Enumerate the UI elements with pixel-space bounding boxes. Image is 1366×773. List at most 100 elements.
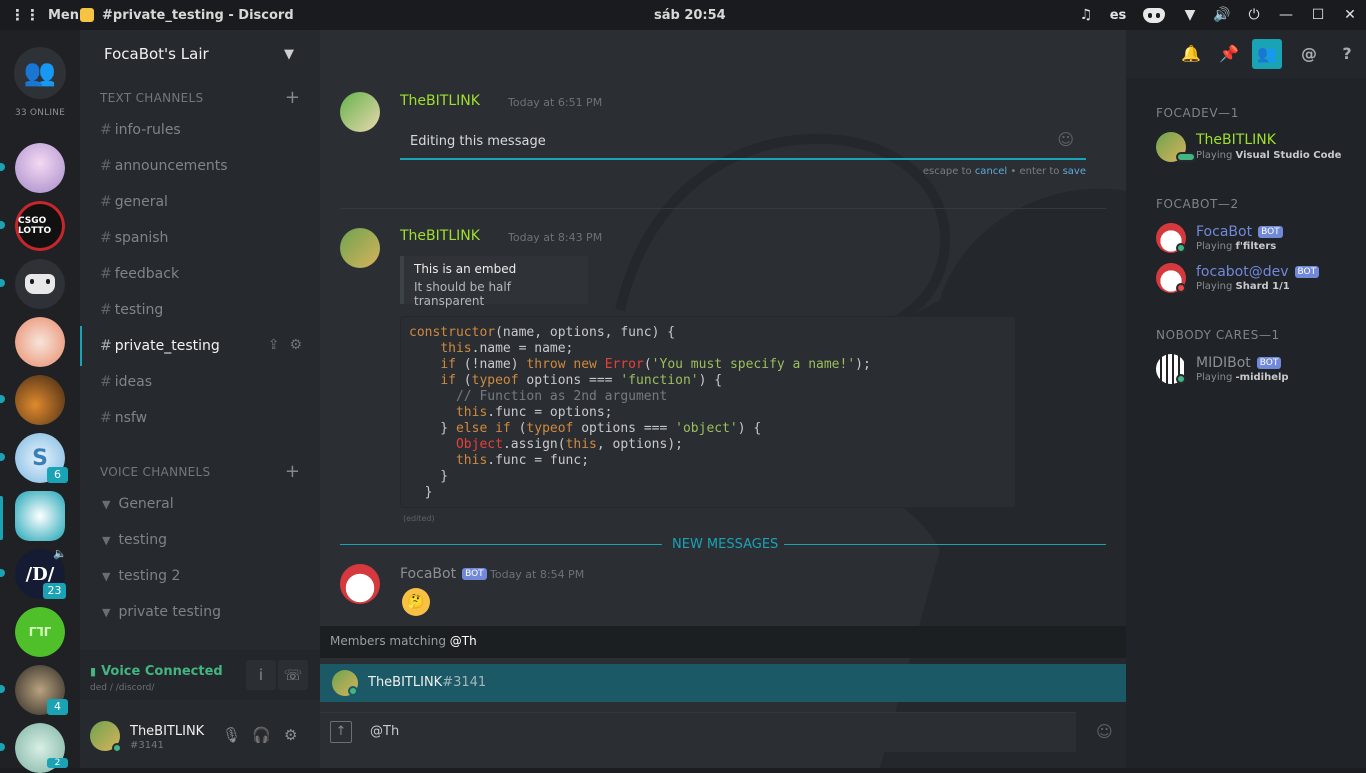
online-status-icon (112, 743, 122, 753)
window-title-text: #private_testing - Discord (102, 7, 294, 23)
unread-indicator (0, 221, 5, 229)
message-timestamp: Today at 6:51 PM (508, 96, 603, 109)
thinking-emoji-icon: 🤔 (402, 588, 430, 616)
avatar[interactable] (340, 228, 380, 268)
add-voice-channel-icon[interactable]: + (285, 461, 300, 482)
emoji-picker-icon[interactable]: ☺ (1096, 722, 1113, 741)
voice-channel-item[interactable]: ▼ testing 2 (102, 568, 180, 584)
streaming-status-icon (1176, 152, 1196, 162)
bot-tag: BOT (1294, 266, 1320, 278)
edited-label: (edited) (403, 514, 435, 523)
server-header[interactable]: FocaBot's Lair ▼ (80, 30, 320, 78)
voice-channel-item[interactable]: ▼ private testing (102, 604, 221, 620)
server-icon-csgo[interactable]: CSGO LOTTO (15, 201, 65, 251)
autocomplete-result[interactable]: TheBITLINK#3141 (320, 664, 1126, 702)
member-group-title: FOCABOT—2 (1156, 197, 1239, 211)
online-status-icon (1176, 243, 1186, 253)
add-text-channel-icon[interactable]: + (285, 87, 300, 108)
message-author[interactable]: FocaBot BOT (400, 566, 487, 582)
mention-badge: 23 (43, 583, 66, 599)
channel-actions: ⇪ ⚙ (268, 337, 302, 353)
channel-item[interactable]: # announcements (100, 158, 228, 174)
friends-icon[interactable]: 👥 (14, 47, 66, 99)
cancel-link[interactable]: cancel (975, 166, 1007, 177)
bell-icon[interactable]: 🔔 (1172, 39, 1210, 69)
channel-item[interactable]: # testing (100, 302, 163, 318)
disconnect-icon[interactable]: ☏ (278, 660, 308, 690)
volume-icon[interactable]: 🔊 (1206, 7, 1238, 23)
mention-icon[interactable]: @ (1290, 39, 1328, 69)
new-messages-line (784, 544, 1106, 545)
message-author[interactable]: TheBITLINK (400, 93, 480, 109)
invite-icon[interactable]: ⇪ (268, 337, 280, 353)
system-menu-button[interactable]: ⋮⋮ Menu (0, 6, 88, 24)
channel-item[interactable]: # ideas (100, 374, 152, 390)
member-list-icon[interactable]: 👥 (1252, 39, 1282, 69)
member-group-title: FOCADEV—1 (1156, 106, 1240, 120)
settings-gear-icon[interactable]: ⚙ (284, 726, 297, 744)
user-tag: #3141 (130, 740, 164, 751)
pin-icon[interactable]: 📌 (1210, 39, 1248, 69)
voice-channel-path[interactable]: ded / /discord/ (90, 683, 154, 693)
mention-badge: 2 (47, 758, 68, 768)
music-icon[interactable]: ♫ (1070, 7, 1102, 23)
power-icon[interactable]: ⏻ (1238, 7, 1270, 23)
channel-item[interactable]: # nsfw (100, 410, 147, 426)
discord-app-icon (80, 8, 94, 22)
headphones-icon[interactable]: 🎧 (252, 726, 271, 744)
embed-title: This is an embed (414, 262, 517, 276)
member-activity: Playing Shard 1/1 (1196, 281, 1290, 292)
unread-indicator (0, 279, 5, 287)
server-icon[interactable]: ᒥᒣᒥ (15, 607, 65, 657)
voice-info-icon[interactable]: i (246, 660, 276, 690)
message-input[interactable]: @Th (370, 724, 399, 739)
upload-icon[interactable]: ↑ (330, 721, 352, 743)
selected-channel-indicator (80, 326, 82, 366)
channel-item[interactable]: # info-rules (100, 122, 181, 138)
message-edit-field[interactable]: Editing this message ☺ (400, 128, 1086, 160)
message-divider (340, 208, 1106, 209)
channel-item-selected[interactable]: # private_testing (100, 338, 220, 354)
emoji-picker-icon[interactable]: ☺ (1057, 130, 1074, 149)
channel-item[interactable]: # general (100, 194, 168, 210)
server-icon-focabot[interactable] (15, 491, 65, 541)
channel-item[interactable]: # feedback (100, 266, 179, 282)
member-name[interactable]: focabot@dev BOT (1196, 264, 1320, 280)
avatar[interactable] (340, 92, 380, 132)
chevron-down-icon: ▼ (284, 46, 294, 62)
wifi-icon[interactable]: ▼ (1174, 7, 1206, 23)
signal-icon: ▮ (90, 665, 97, 678)
voice-channels-header[interactable]: VOICE CHANNELS (100, 465, 210, 479)
member-name[interactable]: TheBITLINK (1196, 132, 1276, 148)
microphone-icon[interactable]: 🎙 (222, 726, 241, 744)
system-clock[interactable]: sáb 20:54 (654, 8, 726, 23)
member-activity: Playing Visual Studio Code (1196, 150, 1342, 161)
member-name[interactable]: MIDIBot BOT (1196, 355, 1282, 371)
server-icon-discord[interactable] (15, 259, 65, 309)
server-icon[interactable] (15, 317, 65, 367)
channel-item[interactable]: # spanish (100, 230, 168, 246)
text-channels-header[interactable]: TEXT CHANNELS (100, 91, 203, 105)
server-icon[interactable] (15, 375, 65, 425)
message-author[interactable]: TheBITLINK (400, 228, 480, 244)
close-icon[interactable]: ✕ (1334, 7, 1366, 23)
unread-indicator (0, 685, 5, 693)
message-input-bar: ↑ @Th (320, 712, 1076, 752)
save-link[interactable]: save (1063, 166, 1086, 177)
gear-icon[interactable]: ⚙ (289, 337, 302, 353)
autocomplete-header: Members matching @Th (320, 626, 1126, 658)
keyboard-language[interactable]: es (1102, 8, 1134, 23)
user-name: TheBITLINK (130, 724, 205, 739)
voice-channel-item[interactable]: ▼ General (102, 496, 174, 512)
maximize-icon[interactable]: ☐ (1302, 7, 1334, 23)
avatar[interactable] (340, 564, 380, 604)
minimize-icon[interactable]: — (1270, 7, 1302, 23)
unread-indicator (0, 163, 5, 171)
member-name[interactable]: FocaBot BOT (1196, 224, 1283, 240)
window-title: #private_testing - Discord (80, 8, 294, 23)
help-icon[interactable]: ? (1328, 39, 1366, 69)
bot-tag: BOT (1258, 226, 1283, 238)
discord-tray-icon[interactable] (1134, 7, 1174, 23)
server-icon[interactable] (15, 143, 65, 193)
voice-channel-item[interactable]: ▼ testing (102, 532, 167, 548)
